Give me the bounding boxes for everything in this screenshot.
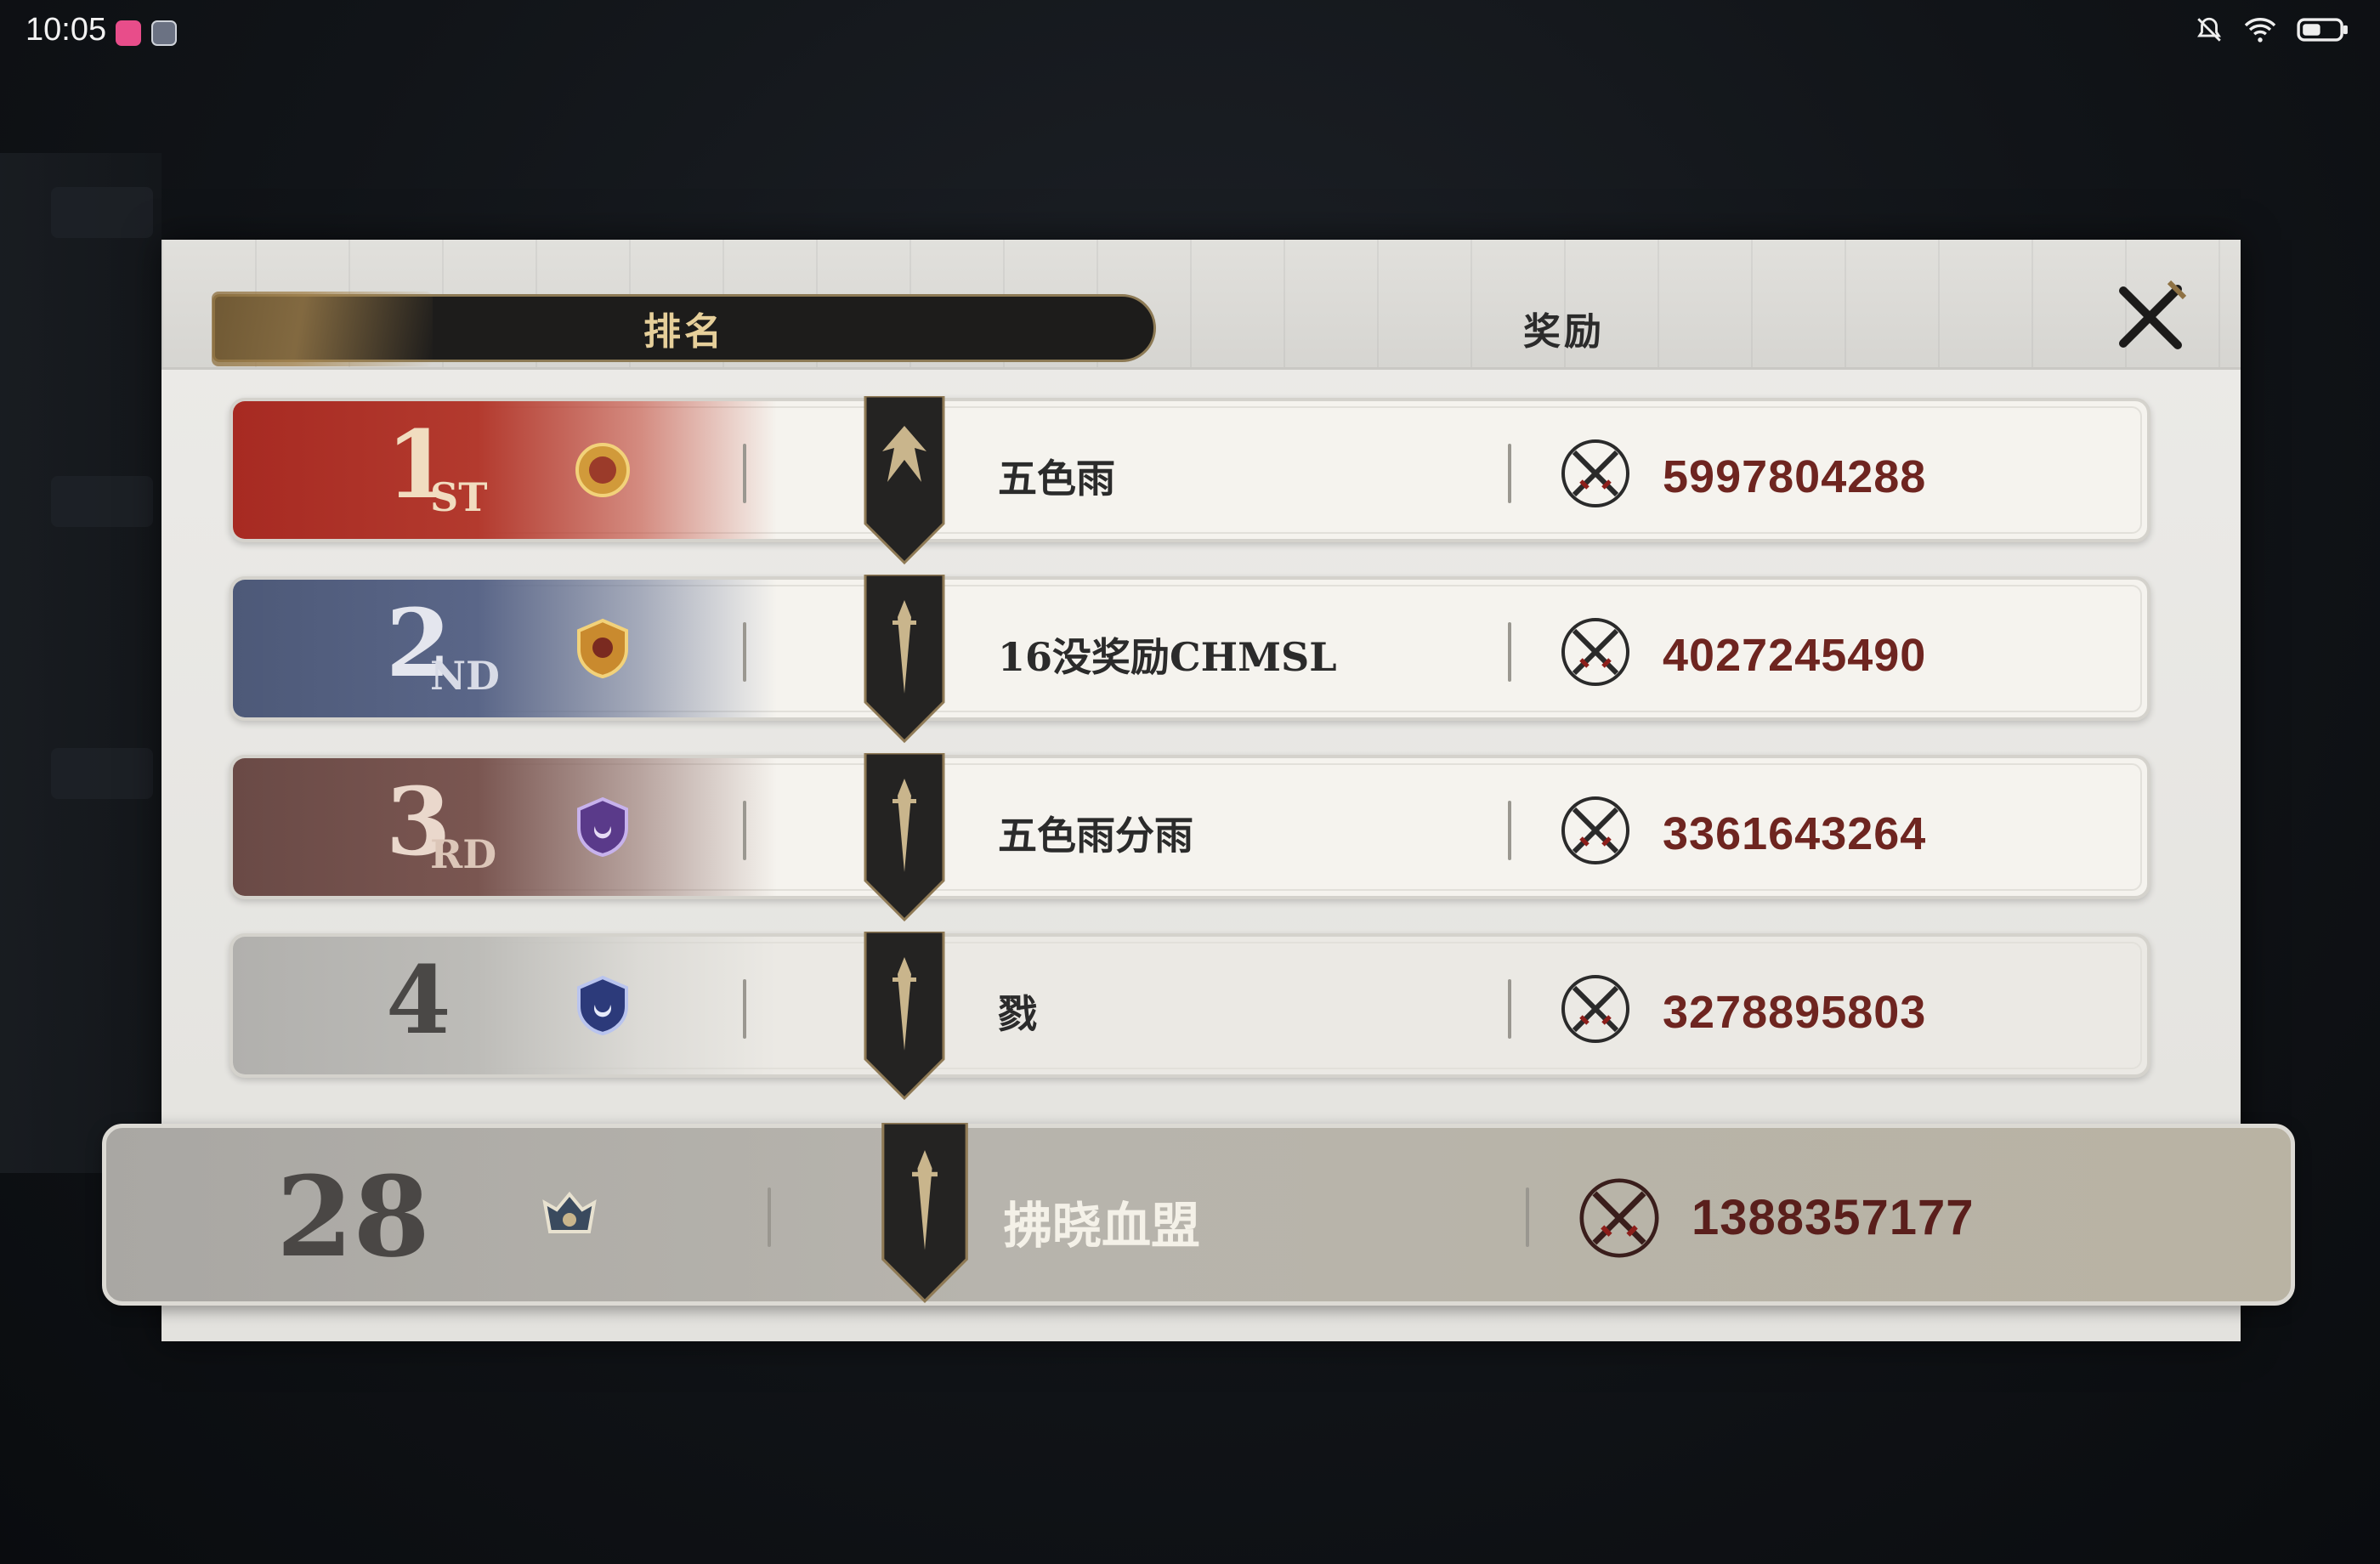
tab-rank[interactable]: 排名: [212, 292, 1156, 366]
column-separator: [1508, 444, 1511, 503]
own-guild-row[interactable]: 28 拂晓血盟 1388357177: [102, 1123, 2295, 1306]
reward-value: 5997804288: [1663, 451, 1927, 502]
column-separator: [743, 801, 746, 860]
notification-game-icon: [151, 20, 177, 46]
rank-suffix: ND: [430, 653, 500, 699]
guild-emblem-icon: [542, 1191, 597, 1233]
column-separator: [1526, 1187, 1529, 1247]
tab-rank-label: 排名: [643, 310, 725, 354]
guild-banner-icon: [864, 753, 945, 922]
rank-plate: [233, 401, 777, 539]
reward-value: 1388357177: [1692, 1190, 1975, 1245]
guild-emblem-icon: [575, 443, 630, 497]
rank-number: 28: [276, 1152, 430, 1282]
reward-value: 3361643264: [1663, 808, 1927, 859]
guild-banner-icon: [881, 1123, 968, 1303]
crossed-swords-icon: [1561, 439, 1629, 507]
reward-value: 3278895803: [1663, 987, 1927, 1038]
tab-reward[interactable]: 奖励: [1436, 294, 1692, 362]
ranking-row-2[interactable]: 2 ND 16没奖励CHMSL 4027245490: [230, 575, 2150, 744]
crossed-swords-icon: [1561, 975, 1629, 1043]
crossed-swords-icon: [1561, 796, 1629, 864]
tab-reward-label: 奖励: [1523, 310, 1605, 354]
rank-suffix: RD: [430, 831, 497, 877]
crossed-swords-icon: [1579, 1178, 1659, 1258]
guild-banner-icon: [864, 932, 945, 1101]
guild-name: 16没奖励CHMSL: [998, 634, 1337, 680]
status-time: 10:05: [26, 12, 107, 48]
rank-number: 4: [386, 945, 451, 1055]
column-separator: [1508, 622, 1511, 682]
wifi-icon: [2244, 18, 2276, 42]
guild-emblem-icon: [577, 618, 628, 679]
guild-name: 五色雨分雨: [998, 813, 1193, 858]
ranking-row-4[interactable]: 4 戮 3278895803: [230, 932, 2150, 1101]
panel-header: 排名 奖励: [162, 240, 2241, 370]
rank-suffix: ST: [430, 474, 488, 520]
background-sidebar: [0, 153, 162, 1173]
column-separator: [743, 979, 746, 1039]
guild-banner-icon: [864, 575, 945, 744]
rank-plate: [233, 580, 777, 717]
guild-emblem-icon: [577, 975, 628, 1036]
rank-plate: [233, 937, 777, 1074]
ranking-row-3[interactable]: 3 RD 五色雨分雨 3361643264: [230, 753, 2150, 922]
background-item: [51, 476, 153, 527]
close-icon[interactable]: [2108, 274, 2193, 359]
reward-value: 4027245490: [1663, 630, 1927, 681]
status-icons: [2195, 15, 2349, 44]
notification-app-icon: [116, 20, 141, 46]
ranking-row-1[interactable]: 1 ST 五色雨 5997804288: [230, 396, 2150, 565]
status-bar: 10:05: [0, 0, 2380, 68]
column-separator: [743, 622, 746, 682]
crossed-swords-icon: [1561, 618, 1629, 686]
column-separator: [768, 1187, 771, 1247]
rank-plate: [233, 758, 777, 896]
column-separator: [1508, 979, 1511, 1039]
background-item: [51, 187, 153, 238]
background-item: [51, 748, 153, 799]
guild-emblem-icon: [577, 796, 628, 858]
mute-icon: [2197, 17, 2221, 42]
column-separator: [1508, 801, 1511, 860]
guild-banner-icon: [864, 396, 945, 565]
battery-icon: [2297, 18, 2348, 42]
column-separator: [743, 444, 746, 503]
guild-name: 五色雨: [998, 456, 1115, 502]
guild-name: 拂晓血盟: [1003, 1197, 1201, 1255]
guild-name: 戮: [998, 991, 1037, 1037]
